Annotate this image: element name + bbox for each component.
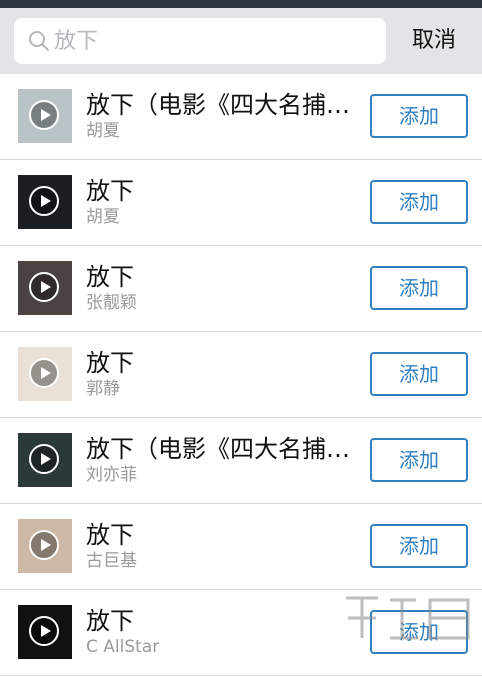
song-title: 放下 — [86, 263, 134, 291]
list-item[interactable]: 放下 古巨基 添加 — [0, 504, 482, 590]
add-button[interactable]: 添加 — [370, 180, 468, 224]
album-cover[interactable] — [18, 433, 72, 487]
cancel-button[interactable]: 取消 — [400, 24, 468, 58]
artist-name: C AllStar — [86, 637, 160, 657]
album-cover[interactable] — [18, 347, 72, 401]
album-cover[interactable] — [18, 519, 72, 573]
artist-name: 张靓颖 — [86, 293, 137, 313]
list-item[interactable]: 放下 张靓颖 添加 — [0, 246, 482, 332]
add-button[interactable]: 添加 — [370, 94, 468, 138]
play-icon[interactable] — [29, 358, 59, 388]
list-item[interactable]: 放下（电影《四大名捕2... 刘亦菲 添加 — [0, 418, 482, 504]
result-list: 放下（电影《四大名捕2... 胡夏 添加 放下 胡夏 添加 放下 张靓颖 添加 … — [0, 74, 482, 676]
artist-name: 古巨基 — [86, 551, 137, 571]
play-icon[interactable] — [29, 100, 59, 130]
play-icon[interactable] — [29, 444, 59, 474]
search-icon — [29, 31, 49, 51]
song-title: 放下 — [86, 177, 134, 205]
play-icon[interactable] — [29, 616, 59, 646]
play-icon[interactable] — [29, 272, 59, 302]
artist-name: 郭静 — [86, 379, 120, 399]
song-title: 放下 — [86, 521, 134, 549]
song-title: 放下 — [86, 607, 134, 635]
add-button[interactable]: 添加 — [370, 266, 468, 310]
search-input[interactable] — [54, 26, 374, 56]
album-cover[interactable] — [18, 261, 72, 315]
list-item[interactable]: 放下（电影《四大名捕2... 胡夏 添加 — [0, 74, 482, 160]
song-title: 放下（电影《四大名捕2... — [86, 435, 358, 463]
album-cover[interactable] — [18, 175, 72, 229]
list-item[interactable]: 放下 胡夏 添加 — [0, 160, 482, 246]
status-bar — [0, 0, 482, 8]
song-title: 放下 — [86, 349, 134, 377]
artist-name: 胡夏 — [86, 207, 120, 227]
add-button[interactable]: 添加 — [370, 524, 468, 568]
song-title: 放下（电影《四大名捕2... — [86, 91, 358, 119]
artist-name: 胡夏 — [86, 121, 120, 141]
play-icon[interactable] — [29, 186, 59, 216]
list-item[interactable]: 放下 郭静 添加 — [0, 332, 482, 418]
album-cover[interactable] — [18, 89, 72, 143]
artist-name: 刘亦菲 — [86, 465, 137, 485]
list-item[interactable]: 放下 C AllStar 添加 — [0, 590, 482, 676]
search-box[interactable] — [14, 18, 386, 64]
add-button[interactable]: 添加 — [370, 610, 468, 654]
add-button[interactable]: 添加 — [370, 352, 468, 396]
play-icon[interactable] — [29, 530, 59, 560]
search-bar: 取消 — [0, 8, 482, 75]
add-button[interactable]: 添加 — [370, 438, 468, 482]
